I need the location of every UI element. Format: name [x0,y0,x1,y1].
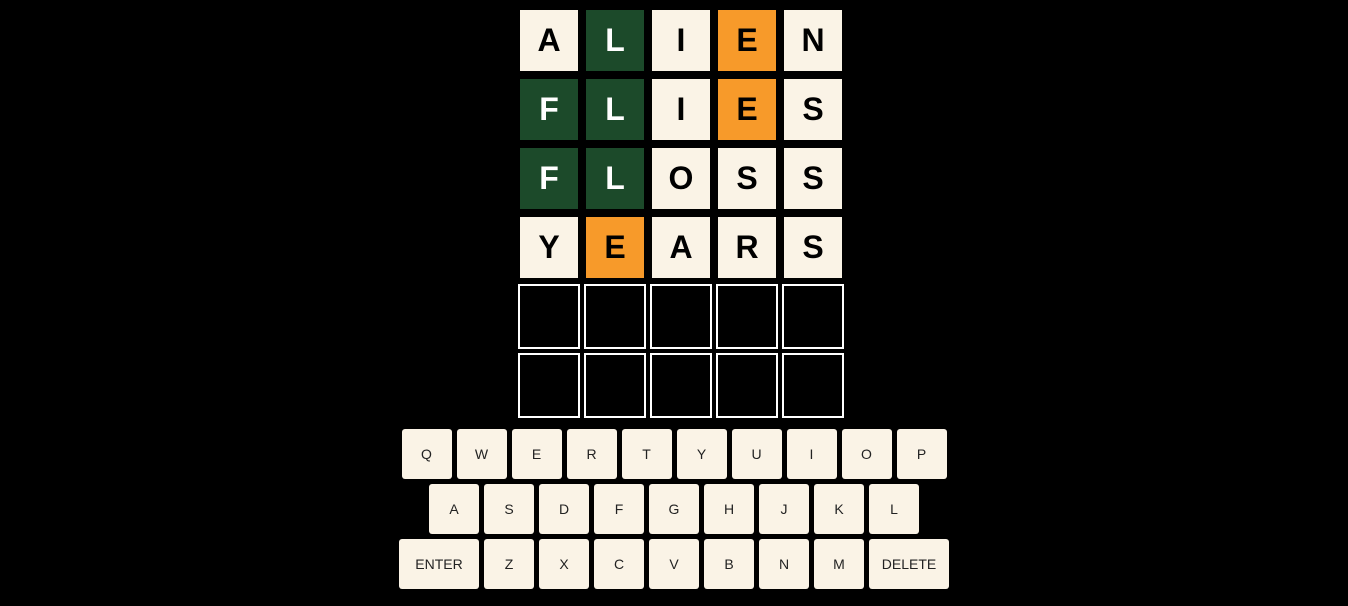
letter-tile [584,284,646,349]
guess-row: FLOSS [518,146,848,211]
letter-tile: L [584,77,646,142]
letter-tile: N [782,8,844,73]
letter-tile: F [518,77,580,142]
letter-tile: I [650,77,712,142]
letter-tile [650,284,712,349]
key-j[interactable]: J [759,484,809,534]
key-c[interactable]: C [594,539,644,589]
key-r[interactable]: R [566,429,617,479]
keyboard-row: ASDFGHJKL [0,484,1348,534]
letter-tile: E [716,8,778,73]
letter-tile: A [518,8,580,73]
letter-tile: E [716,77,778,142]
letter-tile: S [782,77,844,142]
key-n[interactable]: N [759,539,809,589]
key-a[interactable]: A [429,484,479,534]
key-w[interactable]: W [456,429,507,479]
guess-board: ALIENFLIESFLOSSYEARS [518,8,848,422]
key-o[interactable]: O [841,429,892,479]
guess-row: YEARS [518,215,848,280]
key-l[interactable]: L [869,484,919,534]
keyboard-row: ENTER Z X C V B N M DELETE [0,539,1348,589]
guess-row [518,353,848,418]
letter-tile [650,353,712,418]
letter-tile: O [650,146,712,211]
guess-row: FLIES [518,77,848,142]
letter-tile [782,353,844,418]
key-p[interactable]: P [896,429,947,479]
letter-tile: R [716,215,778,280]
letter-tile [716,353,778,418]
key-y[interactable]: Y [676,429,727,479]
letter-tile: I [650,8,712,73]
letter-tile: S [782,215,844,280]
key-u[interactable]: U [731,429,782,479]
letter-tile [518,284,580,349]
key-h[interactable]: H [704,484,754,534]
keyboard-row: QWERTYUIOP [0,429,1348,479]
letter-tile: L [584,146,646,211]
game-app: ALIENFLIESFLOSSYEARS QWERTYUIOPASDFGHJKL… [0,0,1348,606]
key-f[interactable]: F [594,484,644,534]
letter-tile [518,353,580,418]
guess-row: ALIEN [518,8,848,73]
guess-row [518,284,848,349]
key-m[interactable]: M [814,539,864,589]
key-d[interactable]: D [539,484,589,534]
key-v[interactable]: V [649,539,699,589]
letter-tile [716,284,778,349]
key-k[interactable]: K [814,484,864,534]
key-e[interactable]: E [511,429,562,479]
key-t[interactable]: T [621,429,672,479]
enter-key[interactable]: ENTER [399,539,479,589]
letter-tile: Y [518,215,580,280]
key-q[interactable]: Q [401,429,452,479]
letter-tile: E [584,215,646,280]
letter-tile: L [584,8,646,73]
letter-tile: S [782,146,844,211]
on-screen-keyboard: Q W E R T Y U I O P A S D F G H J K L ENTER Z X C V B N M DELETE [0,429,1348,594]
key-z[interactable]: Z [484,539,534,589]
key-x[interactable]: X [539,539,589,589]
key-s[interactable]: S [484,484,534,534]
letter-tile: F [518,146,580,211]
key-b[interactable]: B [704,539,754,589]
delete-key[interactable]: DELETE [869,539,949,589]
letter-tile [584,353,646,418]
letter-tile: S [716,146,778,211]
letter-tile: A [650,215,712,280]
key-g[interactable]: G [649,484,699,534]
letter-tile [782,284,844,349]
key-i[interactable]: I [786,429,837,479]
